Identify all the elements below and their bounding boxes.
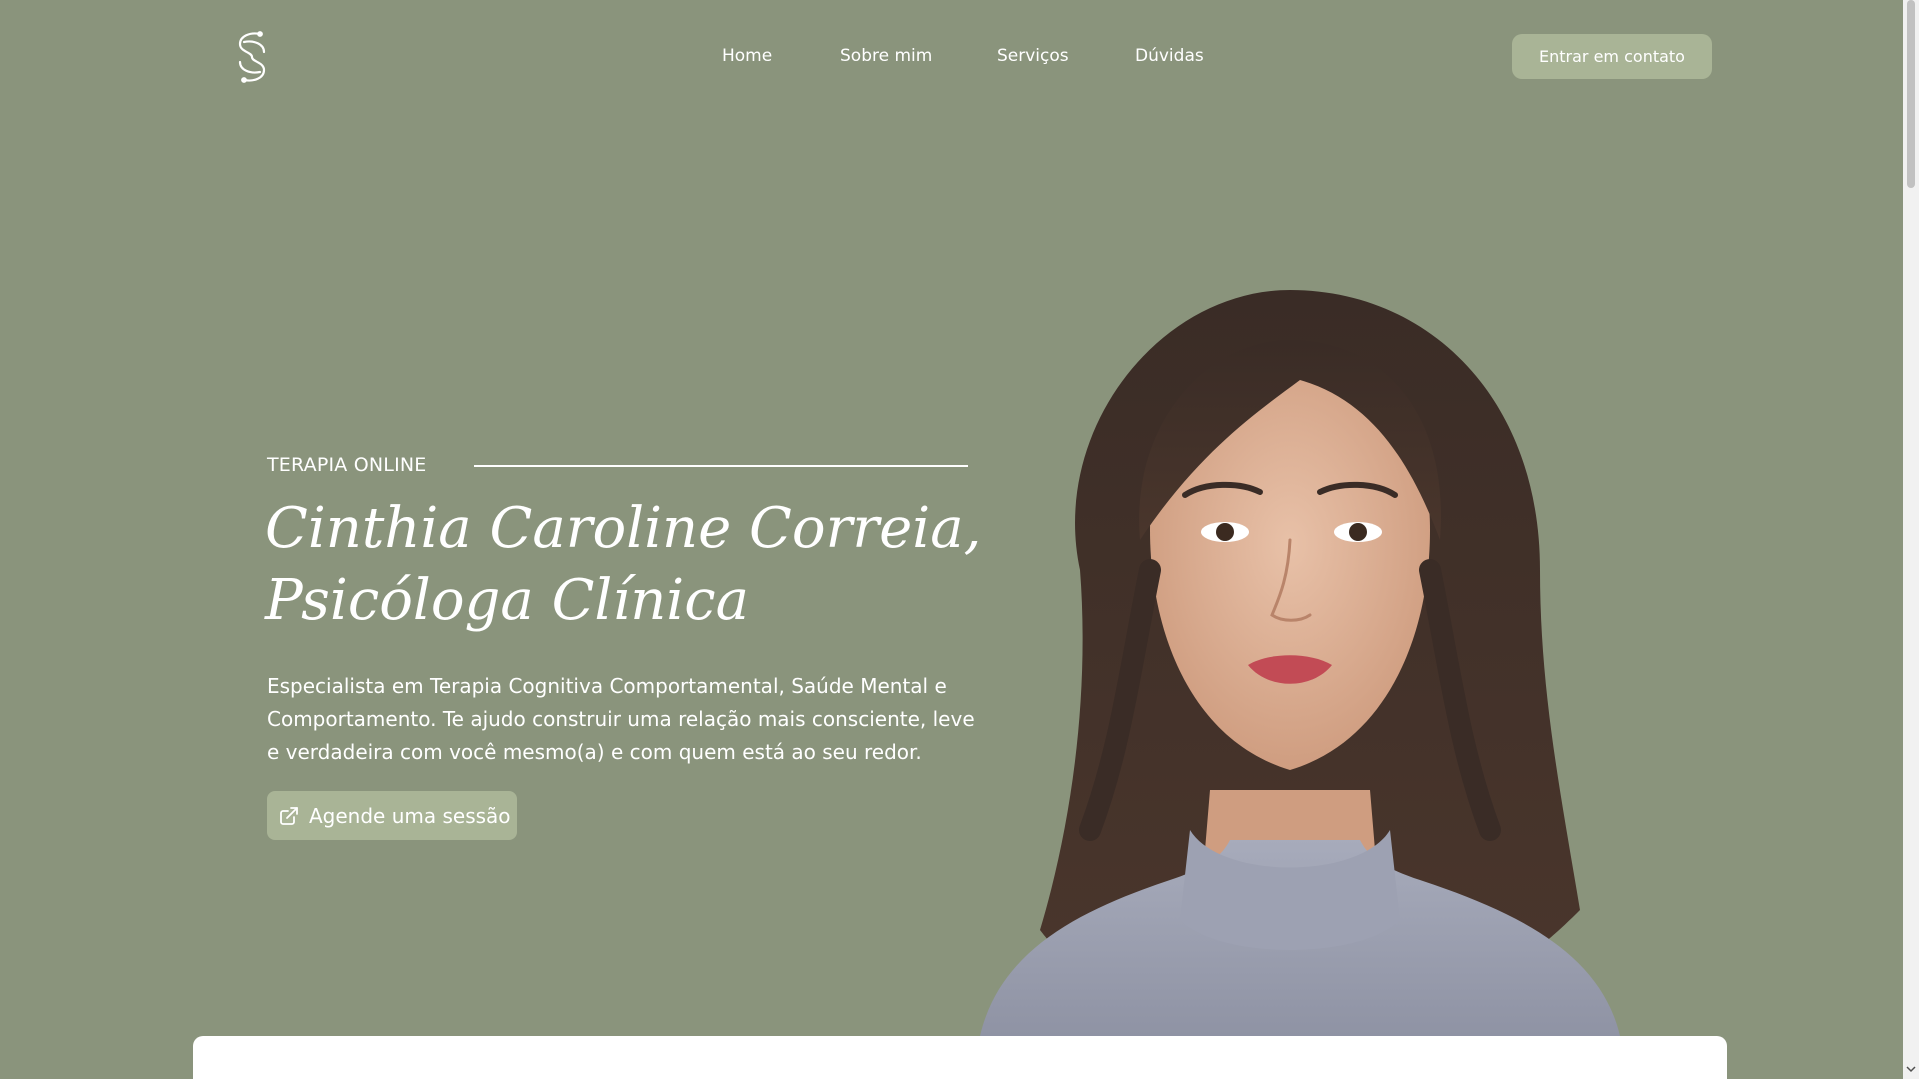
book-session-label: Agende uma sessão [309,803,511,828]
hero-headline: Cinthia Caroline Correia, Psicóloga Clín… [265,493,982,637]
portrait-photo [960,270,1640,1036]
book-session-button[interactable]: Agende uma sessão [267,791,517,840]
page: Home Sobre mim Serviços Dúvidas Entrar e… [0,0,1903,1079]
hero-eyebrow: TERAPIA ONLINE [267,454,427,476]
contact-button[interactable]: Entrar em contato [1512,34,1712,79]
nav-duvidas[interactable]: Dúvidas [1135,46,1204,66]
scroll-down-icon[interactable] [1906,1064,1916,1074]
headline-title: Psicóloga Clínica [265,568,749,633]
content-card [193,1036,1727,1079]
headline-name: Cinthia Caroline Correia, [265,496,982,561]
nav-servicos[interactable]: Serviços [997,46,1069,66]
external-link-icon [280,806,298,825]
nav-sobre-mim[interactable]: Sobre mim [840,46,932,66]
nav-home[interactable]: Home [722,46,772,66]
hero-description: Especialista em Terapia Cognitiva Compor… [267,674,975,764]
page-scrollbar[interactable] [1903,0,1919,1079]
eyebrow-divider [474,465,968,467]
scrollbar-thumb[interactable] [1907,0,1915,188]
